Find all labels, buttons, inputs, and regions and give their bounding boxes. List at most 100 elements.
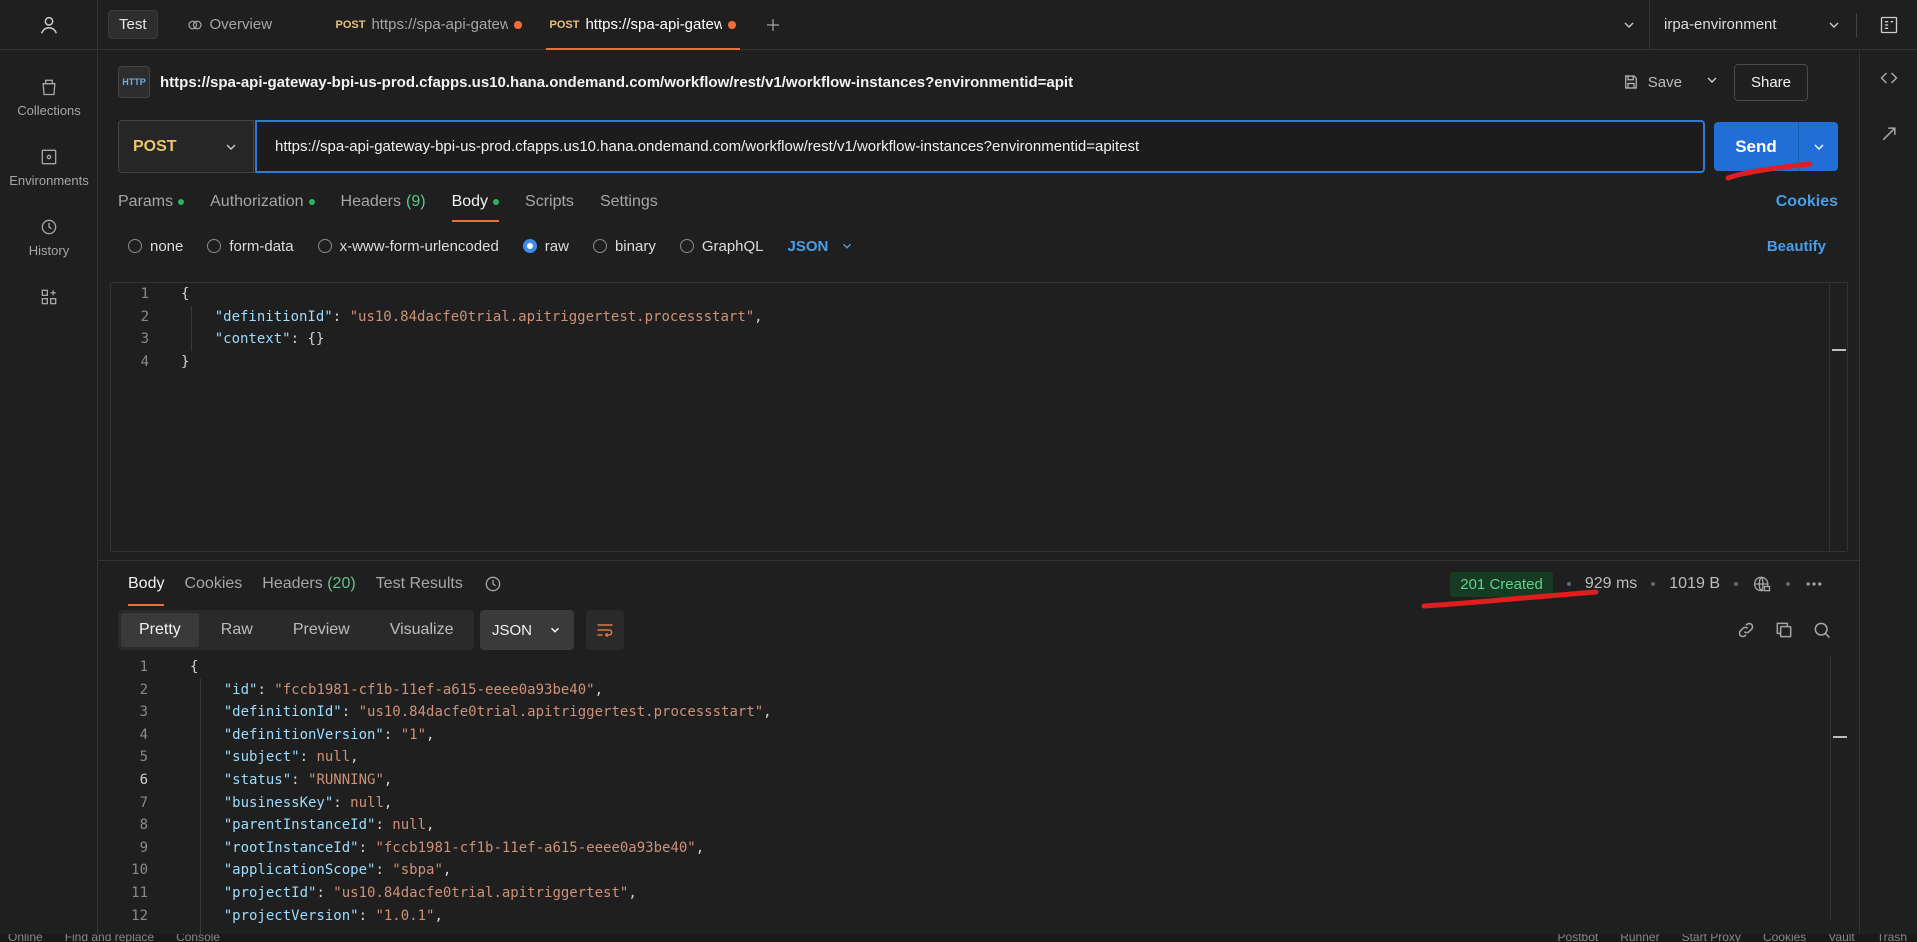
environment-select[interactable]: irpa-environment xyxy=(1650,0,1856,50)
code-line: { xyxy=(181,286,190,302)
new-tab-button[interactable] xyxy=(750,0,796,50)
body-type-urlencoded[interactable]: x-www-form-urlencoded xyxy=(317,237,499,255)
headers-count: (9) xyxy=(406,193,426,210)
radio-circle-selected xyxy=(522,239,537,253)
request-title-row: HTTP https://spa-api-gateway-bpi-us-prod… xyxy=(118,62,1808,102)
method-select[interactable]: POST xyxy=(118,120,254,173)
code-icon[interactable] xyxy=(1879,68,1899,88)
response-history-button[interactable] xyxy=(483,566,503,602)
tab-request-2[interactable]: POST https://spa-api-gatewa xyxy=(536,0,750,50)
response-format-select[interactable]: JSON xyxy=(480,610,574,650)
view-mode-raw[interactable]: Raw xyxy=(203,613,271,647)
body-type-raw[interactable]: raw xyxy=(522,238,569,255)
request-tabs: Params Authorization Headers (9) Body Scr… xyxy=(118,184,1838,222)
statusbar-console[interactable]: Console xyxy=(176,934,220,942)
body-type-binary[interactable]: binary xyxy=(592,237,656,255)
body-type-none[interactable]: none xyxy=(128,238,183,255)
response-tab-test-results[interactable]: Test Results xyxy=(376,566,463,602)
statusbar-postbot[interactable]: Postbot xyxy=(1558,934,1599,942)
body-type-options: none form-data x-www-form-urlencoded raw… xyxy=(128,232,1838,260)
sidebar-item-history[interactable]: History xyxy=(0,202,98,272)
body-type-graphql[interactable]: GraphQL xyxy=(679,237,764,255)
http-badge-label: HTTP xyxy=(122,77,146,87)
statusbar-runner[interactable]: Runner xyxy=(1620,934,1659,942)
statusbar-start-proxy[interactable]: Start Proxy xyxy=(1682,934,1741,942)
share-button[interactable]: Share xyxy=(1733,63,1808,101)
send-button[interactable]: Send xyxy=(1714,137,1798,157)
tab-authorization[interactable]: Authorization xyxy=(210,184,315,220)
chevron-down-icon xyxy=(1814,144,1823,150)
tab-label: Body xyxy=(451,193,489,210)
response-tab-headers[interactable]: Headers (20) xyxy=(262,566,355,602)
tab-label: Scripts xyxy=(525,193,574,210)
save-button[interactable]: Save xyxy=(1614,73,1690,91)
save-label: Save xyxy=(1647,73,1682,91)
tab-label: https://spa-api-gatewa xyxy=(585,16,723,33)
tabs-overflow-button[interactable] xyxy=(1609,0,1649,50)
body-format-select[interactable]: JSON xyxy=(788,238,855,255)
statusbar-online[interactable]: Online xyxy=(8,934,43,942)
radio-label: x-www-form-urlencoded xyxy=(339,237,499,255)
network-globe-icon[interactable] xyxy=(1752,574,1772,594)
tab-settings[interactable]: Settings xyxy=(600,184,658,220)
user-icon[interactable] xyxy=(38,14,60,36)
sidebar-item-add-widgets[interactable] xyxy=(0,272,98,322)
copy-icon[interactable] xyxy=(1774,620,1794,640)
radio-label: binary xyxy=(614,237,656,255)
cookies-link[interactable]: Cookies xyxy=(1776,193,1838,211)
sidebar-item-collections[interactable]: Collections xyxy=(0,62,98,132)
environment-quick-look-icon xyxy=(1880,16,1898,33)
line-number: 3 xyxy=(140,331,149,348)
response-body-viewer[interactable]: 1 {2 "id": "fccb1981-cf1b-11ef-a615-eeee0… xyxy=(110,656,1848,942)
wrap-lines-button[interactable] xyxy=(586,610,624,650)
link-icon[interactable] xyxy=(1736,620,1756,640)
url-input[interactable]: https://spa-api-gateway-bpi-us-prod.cfap… xyxy=(255,120,1705,173)
response-tab-body[interactable]: Body xyxy=(128,566,165,606)
plus-icon xyxy=(766,18,779,31)
view-mode-visualize[interactable]: Visualize xyxy=(372,613,472,647)
add-widgets-icon xyxy=(41,289,57,305)
body-format-value: JSON xyxy=(787,237,829,255)
view-mode-pretty[interactable]: Pretty xyxy=(121,613,199,647)
search-icon[interactable] xyxy=(1812,620,1832,640)
environment-quick-look-button[interactable] xyxy=(1857,0,1917,50)
line-number: 2 xyxy=(140,308,149,325)
statusbar-find-replace[interactable]: Find and replace xyxy=(65,934,154,942)
editor-scrollbar[interactable] xyxy=(1829,283,1847,551)
tab-label: Headers xyxy=(262,575,323,592)
workspace-tab[interactable]: Test xyxy=(98,0,172,50)
has-content-dot xyxy=(178,199,185,205)
code-line: "definitionId": "us10.84dacfe0trial.apit… xyxy=(214,308,763,325)
response-scrollbar[interactable] xyxy=(1830,656,1848,920)
response-actions xyxy=(1736,610,1832,650)
body-type-form-data[interactable]: form-data xyxy=(207,237,294,255)
save-options-button[interactable] xyxy=(1700,72,1724,92)
view-mode-preview[interactable]: Preview xyxy=(275,613,368,647)
tab-headers[interactable]: Headers (9) xyxy=(341,184,426,220)
tab-params[interactable]: Params xyxy=(118,184,185,220)
response-divider[interactable] xyxy=(98,560,1859,561)
history-icon xyxy=(41,219,57,234)
workspace-name: Test xyxy=(108,10,158,39)
json-line: "rootInstanceId": "fccb1981-cf1b-11ef-a6… xyxy=(223,839,705,856)
statusbar-cookies[interactable]: Cookies xyxy=(1763,934,1806,942)
tab-overview[interactable]: Overview xyxy=(172,0,322,50)
response-tab-cookies[interactable]: Cookies xyxy=(184,566,242,602)
url-value: https://spa-api-gateway-bpi-us-prod.cfap… xyxy=(275,138,1140,155)
tab-request-1[interactable]: POST https://spa-api-gatewa xyxy=(322,0,536,50)
beautify-button[interactable]: Beautify xyxy=(1767,238,1826,255)
request-body-editor[interactable]: 1 2 3 4 { "definitionId": "us10.84dacfe0… xyxy=(110,282,1848,552)
tab-scripts[interactable]: Scripts xyxy=(525,184,574,220)
radio-label: form-data xyxy=(229,237,294,255)
statusbar-vault[interactable]: Vault xyxy=(1828,934,1854,942)
tab-body[interactable]: Body xyxy=(451,184,500,222)
request-name[interactable]: https://spa-api-gateway-bpi-us-prod.cfap… xyxy=(160,74,1073,91)
response-size[interactable]: 1019 B xyxy=(1669,575,1720,593)
sidebar-item-label: Environments xyxy=(9,172,89,188)
more-options-icon[interactable] xyxy=(1804,574,1824,594)
statusbar-trash[interactable]: Trash xyxy=(1877,934,1907,942)
related-collections-icon[interactable] xyxy=(1879,124,1899,144)
radio-label: GraphQL xyxy=(701,237,764,255)
sidebar-item-environments[interactable]: Environments xyxy=(0,132,98,202)
separator-dot xyxy=(1786,582,1790,586)
